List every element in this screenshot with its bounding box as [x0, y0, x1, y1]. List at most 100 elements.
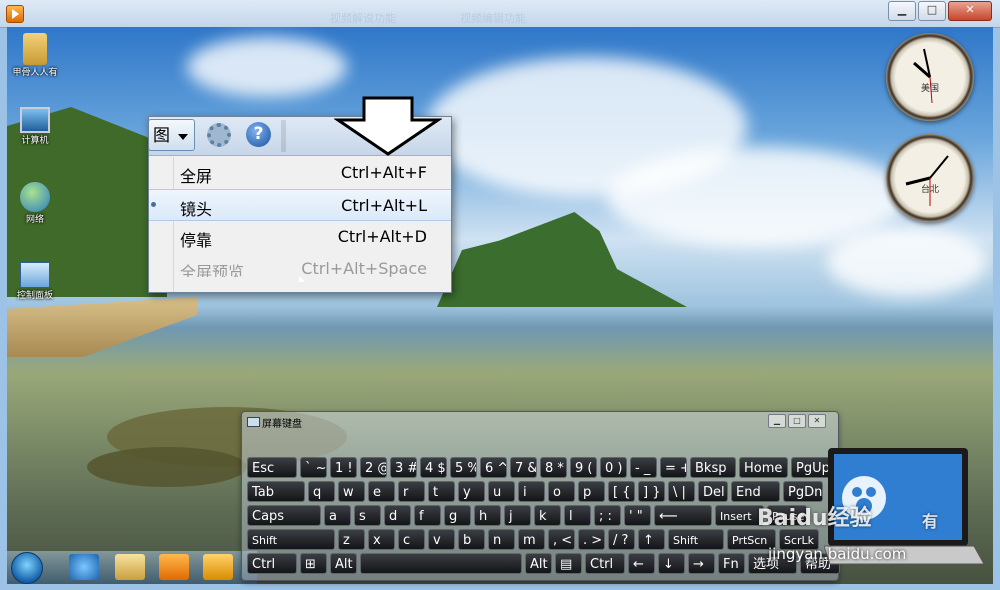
media-player-icon[interactable]	[159, 554, 189, 580]
key-▤[interactable]: ▤	[555, 553, 582, 574]
key-m[interactable]: m	[518, 529, 545, 550]
key-f[interactable]: f	[414, 505, 441, 526]
ie-icon[interactable]	[69, 554, 99, 580]
key-caps[interactable]: Caps	[247, 505, 321, 526]
key-del[interactable]: Del	[698, 481, 728, 502]
key-e[interactable]: e	[368, 481, 395, 502]
key-.[interactable]: . >	[578, 529, 605, 550]
key-,[interactable]: , <	[548, 529, 575, 550]
key-n[interactable]: n	[488, 529, 515, 550]
key-\[interactable]: \ |	[668, 481, 695, 502]
key-v[interactable]: v	[428, 529, 455, 550]
help-icon[interactable]: ?	[246, 122, 271, 147]
key-=[interactable]: = +	[660, 457, 687, 478]
key-3[interactable]: 3 #	[390, 457, 417, 478]
key-r[interactable]: r	[398, 481, 425, 502]
key-5[interactable]: 5 %	[450, 457, 477, 478]
key-⊞[interactable]: ⊞	[300, 553, 327, 574]
watermark-extra: 有	[922, 512, 939, 531]
key-fn[interactable]: Fn	[718, 553, 745, 574]
folder-icon[interactable]	[115, 554, 145, 580]
view-dropdown-button[interactable]: 图	[149, 119, 195, 151]
key-↓[interactable]: ↓	[658, 553, 685, 574]
key-j[interactable]: j	[504, 505, 531, 526]
key-↑[interactable]: ↑	[638, 529, 665, 550]
key-7[interactable]: 7 &	[510, 457, 537, 478]
key-pgdn[interactable]: PgDn	[783, 481, 823, 502]
key-c[interactable]: c	[398, 529, 425, 550]
keyboard-maximize-button[interactable]: □	[788, 414, 806, 428]
key-ctrl[interactable]: Ctrl	[585, 553, 625, 574]
key-x[interactable]: x	[368, 529, 395, 550]
key-;[interactable]: ; :	[594, 505, 621, 526]
key-`[interactable]: ` ~	[300, 457, 327, 478]
desktop-icon-control-panel[interactable]: 控制面板	[7, 262, 63, 301]
key-l[interactable]: l	[564, 505, 591, 526]
key-←[interactable]: ←	[628, 553, 655, 574]
key-shift[interactable]: Shift	[668, 529, 724, 550]
key-h[interactable]: h	[474, 505, 501, 526]
key-[[interactable]: [ {	[608, 481, 635, 502]
key-space[interactable]	[360, 553, 522, 574]
key-ctrl[interactable]: Ctrl	[247, 553, 297, 574]
keyboard-close-button[interactable]: ✕	[808, 414, 826, 428]
key-g[interactable]: g	[444, 505, 471, 526]
clock-gadget[interactable]: 台北	[886, 134, 974, 222]
desktop-icon-network[interactable]: 网络	[7, 182, 63, 225]
key-8[interactable]: 8 *	[540, 457, 567, 478]
menu-item-dock[interactable]: 停靠 Ctrl+Alt+D	[149, 221, 451, 253]
key-esc[interactable]: Esc	[247, 457, 297, 478]
key-p[interactable]: p	[578, 481, 605, 502]
key-u[interactable]: u	[488, 481, 515, 502]
desktop-icon-user[interactable]: 甲骨人人有	[7, 33, 63, 78]
menu-item-lens[interactable]: 镜头 Ctrl+Alt+L	[149, 189, 451, 282]
menu-item-fullscreen-preview[interactable]: 全屏预览 Ctrl+Alt+Space	[149, 253, 451, 277]
key-/[interactable]: / ?	[608, 529, 635, 550]
key-end[interactable]: End	[731, 481, 780, 502]
key-][interactable]: ] }	[638, 481, 665, 502]
minimize-button[interactable]: ▁	[888, 1, 916, 21]
baidu-watermark: Baidu经验	[757, 506, 872, 531]
key-t[interactable]: t	[428, 481, 455, 502]
clock-gadget[interactable]: 美国	[886, 33, 974, 121]
key-w[interactable]: w	[338, 481, 365, 502]
keyboard-minimize-button[interactable]: ▁	[768, 414, 786, 428]
key-d[interactable]: d	[384, 505, 411, 526]
key-shift[interactable]: Shift	[247, 529, 335, 550]
maximize-button[interactable]: □	[918, 1, 946, 21]
key-home[interactable]: Home	[739, 457, 788, 478]
menu-item-fullscreen[interactable]: 全屏 Ctrl+Alt+F	[149, 157, 451, 189]
view-menu-list: 全屏 Ctrl+Alt+F 镜头 Ctrl+Alt+L 停靠 Ctrl+Alt+D 全…	[149, 157, 451, 282]
app-icon[interactable]	[203, 554, 233, 580]
key-6[interactable]: 6 ^	[480, 457, 507, 478]
key-o[interactable]: o	[548, 481, 575, 502]
tab-video-narration[interactable]: 视频解说功能	[330, 10, 396, 25]
key-4[interactable]: 4 $	[420, 457, 447, 478]
key-s[interactable]: s	[354, 505, 381, 526]
key--[interactable]: - _	[630, 457, 657, 478]
key-q[interactable]: q	[308, 481, 335, 502]
app-play-icon[interactable]	[6, 5, 24, 23]
key-'[interactable]: ' "	[624, 505, 651, 526]
key-1[interactable]: 1 !	[330, 457, 357, 478]
key-→[interactable]: →	[688, 553, 715, 574]
key-alt[interactable]: Alt	[525, 553, 552, 574]
key-tab[interactable]: Tab	[247, 481, 305, 502]
key-9[interactable]: 9 (	[570, 457, 597, 478]
start-button[interactable]	[11, 552, 43, 584]
key-bksp[interactable]: Bksp	[690, 457, 736, 478]
key-b[interactable]: b	[458, 529, 485, 550]
tab-video-editing[interactable]: 视频编辑功能	[460, 10, 526, 25]
key-i[interactable]: i	[518, 481, 545, 502]
gear-icon[interactable]	[207, 123, 231, 147]
key-k[interactable]: k	[534, 505, 561, 526]
key-z[interactable]: z	[338, 529, 365, 550]
key-a[interactable]: a	[324, 505, 351, 526]
key-⟵[interactable]: ⟵	[654, 505, 712, 526]
key-0[interactable]: 0 )	[600, 457, 627, 478]
desktop-icon-computer[interactable]: 计算机	[7, 107, 63, 146]
close-button[interactable]: ✕	[948, 1, 992, 21]
key-alt[interactable]: Alt	[330, 553, 357, 574]
key-2[interactable]: 2 @	[360, 457, 387, 478]
key-y[interactable]: y	[458, 481, 485, 502]
